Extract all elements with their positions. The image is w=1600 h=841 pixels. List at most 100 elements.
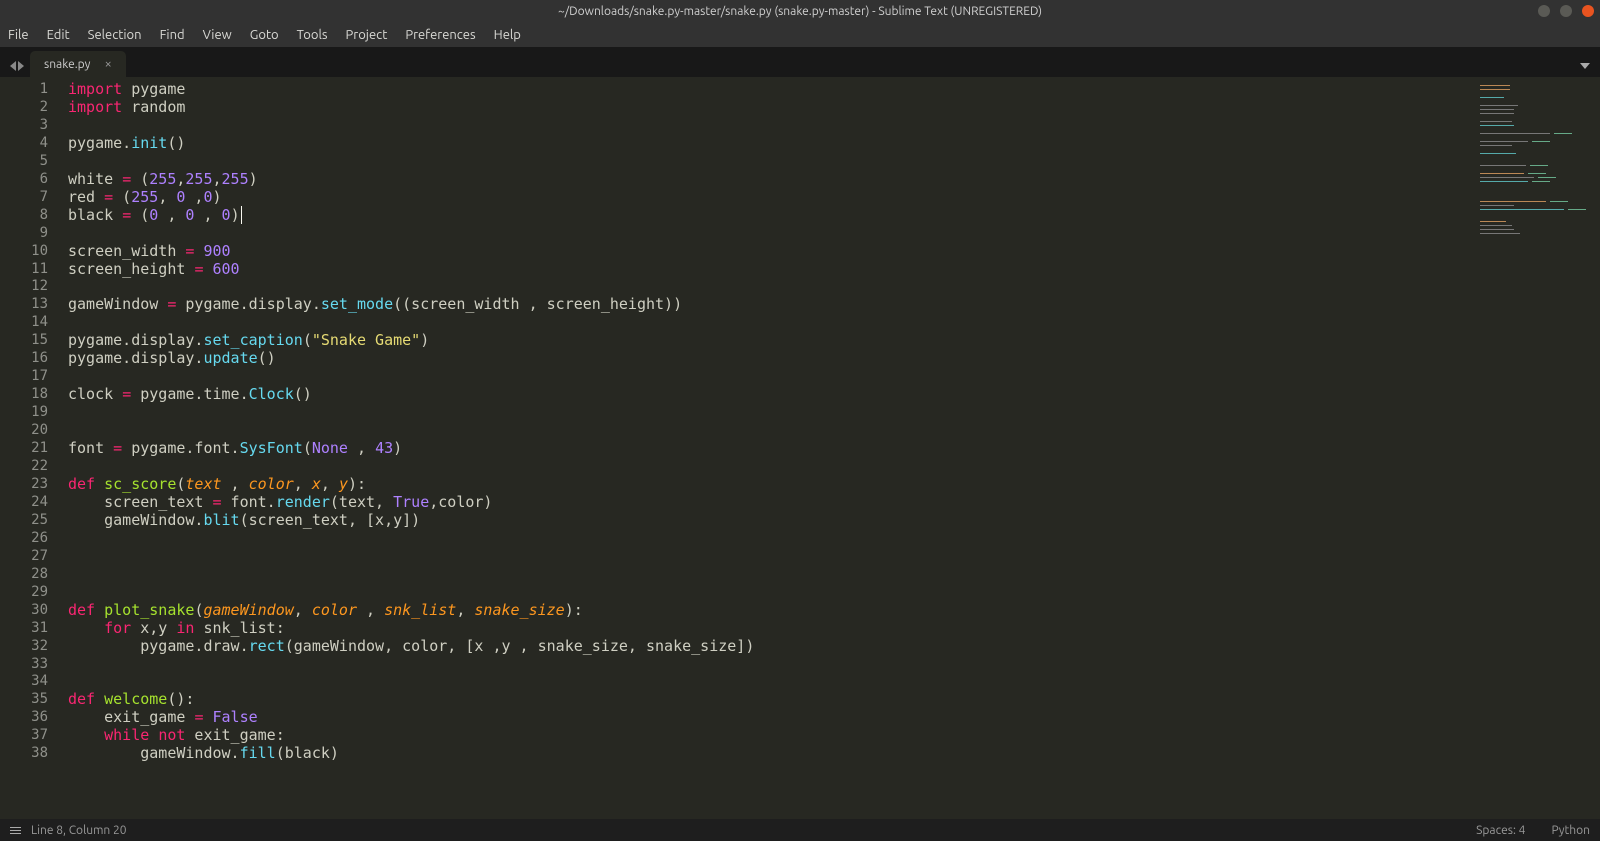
code-line[interactable]: exit_game = False — [68, 709, 1470, 727]
line-number: 13 — [0, 296, 48, 314]
line-number: 24 — [0, 494, 48, 512]
tab-menu-dropdown-icon[interactable] — [1580, 63, 1590, 69]
code-line[interactable]: pygame.display.update() — [68, 350, 1470, 368]
titlebar: ~/Downloads/snake.py-master/snake.py (sn… — [0, 0, 1600, 22]
tab-snake-py[interactable]: snake.py × — [30, 51, 126, 77]
syntax-selector[interactable]: Python — [1551, 824, 1590, 837]
code-line[interactable]: screen_text = font.render(text, True,col… — [68, 494, 1470, 512]
line-number: 3 — [0, 117, 48, 135]
code-line[interactable]: def sc_score(text , color, x, y): — [68, 476, 1470, 494]
line-number: 19 — [0, 404, 48, 422]
code-line[interactable] — [68, 278, 1470, 296]
menubar: File Edit Selection Find View Goto Tools… — [0, 22, 1600, 47]
window-title: ~/Downloads/snake.py-master/snake.py (sn… — [558, 5, 1042, 18]
code-line[interactable] — [68, 404, 1470, 422]
menu-edit[interactable]: Edit — [47, 28, 70, 42]
code-line[interactable] — [68, 314, 1470, 332]
line-number: 14 — [0, 314, 48, 332]
code-line[interactable] — [68, 530, 1470, 548]
line-number: 4 — [0, 135, 48, 153]
menu-selection[interactable]: Selection — [88, 28, 142, 42]
minimap[interactable] — [1470, 77, 1600, 819]
menu-help[interactable]: Help — [494, 28, 521, 42]
code-line[interactable]: pygame.init() — [68, 135, 1470, 153]
line-number: 37 — [0, 727, 48, 745]
nav-back-icon[interactable] — [10, 61, 16, 71]
code-line[interactable]: while not exit_game: — [68, 727, 1470, 745]
menu-file[interactable]: File — [8, 28, 29, 42]
code-line[interactable]: gameWindow = pygame.display.set_mode((sc… — [68, 296, 1470, 314]
line-number-gutter: 1234567891011121314151617181920212223242… — [0, 77, 54, 819]
menu-preferences[interactable]: Preferences — [405, 28, 475, 42]
line-number: 7 — [0, 189, 48, 207]
code-line[interactable] — [68, 673, 1470, 691]
line-number: 16 — [0, 350, 48, 368]
panel-switcher-icon[interactable] — [10, 827, 21, 834]
code-line[interactable]: pygame.draw.rect(gameWindow, color, [x ,… — [68, 638, 1470, 656]
line-number: 30 — [0, 602, 48, 620]
tab-close-icon[interactable]: × — [104, 57, 111, 71]
code-line[interactable] — [68, 422, 1470, 440]
code-line[interactable]: import pygame — [68, 81, 1470, 99]
line-number: 11 — [0, 261, 48, 279]
code-line[interactable]: clock = pygame.time.Clock() — [68, 386, 1470, 404]
maximize-icon[interactable] — [1560, 5, 1572, 17]
code-line[interactable]: for x,y in snk_list: — [68, 620, 1470, 638]
line-number: 35 — [0, 691, 48, 709]
code-line[interactable]: red = (255, 0 ,0) — [68, 189, 1470, 207]
menu-view[interactable]: View — [203, 28, 232, 42]
code-line[interactable]: black = (0 , 0 , 0) — [68, 207, 1470, 225]
line-number: 2 — [0, 99, 48, 117]
line-number: 15 — [0, 332, 48, 350]
code-line[interactable] — [68, 656, 1470, 674]
code-line[interactable]: white = (255,255,255) — [68, 171, 1470, 189]
line-number: 32 — [0, 638, 48, 656]
menu-goto[interactable]: Goto — [250, 28, 279, 42]
tabbar: snake.py × — [0, 47, 1600, 77]
code-line[interactable]: def welcome(): — [68, 691, 1470, 709]
code-line[interactable] — [68, 584, 1470, 602]
code-line[interactable] — [68, 548, 1470, 566]
menu-project[interactable]: Project — [346, 28, 388, 42]
code-line[interactable]: screen_width = 900 — [68, 243, 1470, 261]
line-number: 36 — [0, 709, 48, 727]
line-number: 9 — [0, 225, 48, 243]
nav-forward-icon[interactable] — [18, 61, 24, 71]
line-number: 17 — [0, 368, 48, 386]
indent-settings[interactable]: Spaces: 4 — [1476, 824, 1525, 837]
code-area[interactable]: import pygameimport random pygame.init()… — [54, 77, 1470, 819]
code-line[interactable] — [68, 153, 1470, 171]
menu-find[interactable]: Find — [160, 28, 185, 42]
line-number: 12 — [0, 278, 48, 296]
close-icon[interactable] — [1582, 5, 1594, 17]
tab-label: snake.py — [44, 58, 90, 71]
code-line[interactable]: gameWindow.blit(screen_text, [x,y]) — [68, 512, 1470, 530]
code-line[interactable]: screen_height = 600 — [68, 261, 1470, 279]
code-line[interactable] — [68, 225, 1470, 243]
code-line[interactable] — [68, 368, 1470, 386]
line-number: 31 — [0, 620, 48, 638]
minimize-icon[interactable] — [1538, 5, 1550, 17]
code-line[interactable] — [68, 117, 1470, 135]
cursor-position[interactable]: Line 8, Column 20 — [31, 824, 127, 837]
line-number: 22 — [0, 458, 48, 476]
code-line[interactable] — [68, 566, 1470, 584]
line-number: 20 — [0, 422, 48, 440]
code-line[interactable]: font = pygame.font.SysFont(None , 43) — [68, 440, 1470, 458]
line-number: 28 — [0, 566, 48, 584]
menu-tools[interactable]: Tools — [297, 28, 328, 42]
line-number: 26 — [0, 530, 48, 548]
line-number: 10 — [0, 243, 48, 261]
code-line[interactable]: gameWindow.fill(black) — [68, 745, 1470, 763]
code-line[interactable] — [68, 458, 1470, 476]
code-line[interactable]: def plot_snake(gameWindow, color , snk_l… — [68, 602, 1470, 620]
statusbar: Line 8, Column 20 Spaces: 4 Python — [0, 819, 1600, 841]
line-number: 27 — [0, 548, 48, 566]
line-number: 34 — [0, 673, 48, 691]
line-number: 29 — [0, 584, 48, 602]
line-number: 18 — [0, 386, 48, 404]
code-line[interactable]: import random — [68, 99, 1470, 117]
line-number: 23 — [0, 476, 48, 494]
code-line[interactable]: pygame.display.set_caption("Snake Game") — [68, 332, 1470, 350]
editor[interactable]: 1234567891011121314151617181920212223242… — [0, 77, 1600, 819]
